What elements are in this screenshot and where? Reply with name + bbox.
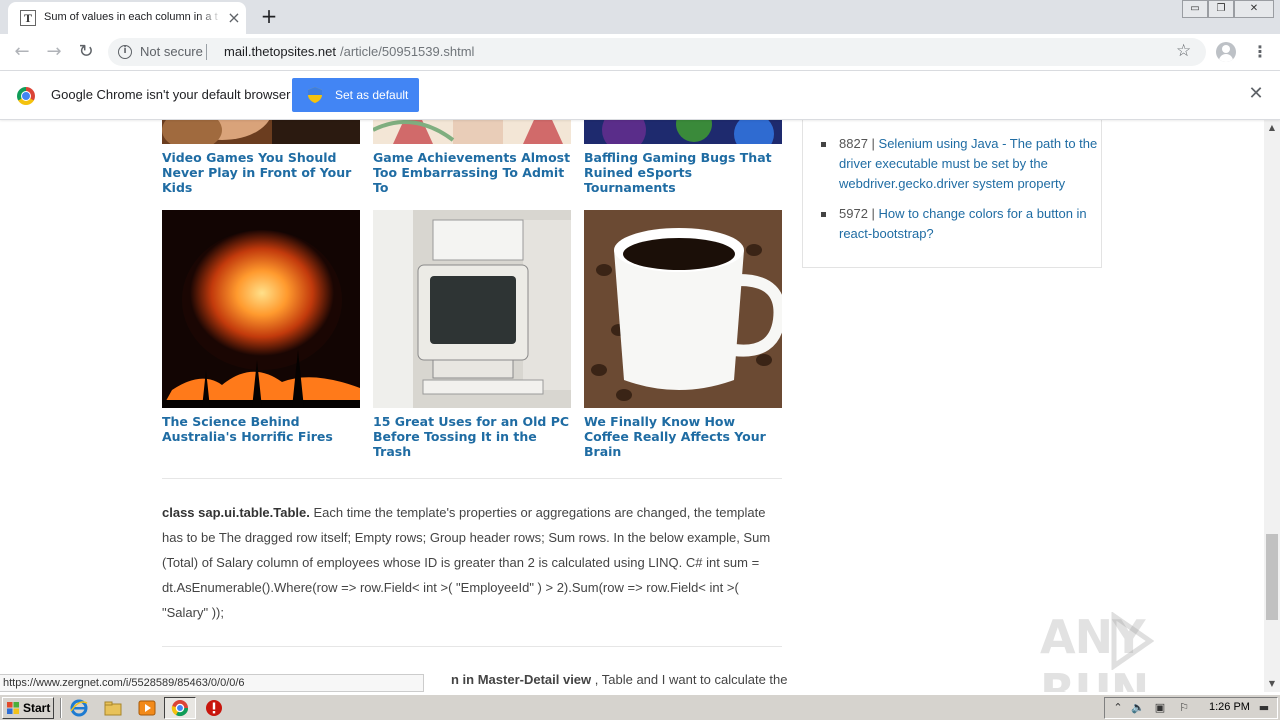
tab-title: Sum of values in each column in a table [44,11,218,23]
taskbar-chrome-button[interactable] [164,697,196,719]
article-text: Each time the template's properties or a… [162,505,771,620]
card-image-coffee[interactable] [584,210,782,408]
bullet-icon [821,142,826,147]
url-path[interactable]: /article/50951539.shtml [340,44,474,59]
scrollbar-thumb[interactable] [1266,534,1278,620]
infobar-close-icon[interactable]: ✕ [1248,85,1264,103]
card-image-fire[interactable] [162,210,360,408]
start-label: Start [23,701,51,715]
chrome-logo-icon [17,87,35,105]
tab-close-icon[interactable]: × [226,10,242,26]
back-arrow-icon[interactable]: ← [10,40,34,64]
card-title[interactable]: Game Achievements Almost Too Embarrassin… [373,150,573,195]
profile-avatar-icon[interactable] [1216,42,1236,62]
sidebar-link[interactable]: Selenium using Java - The path to the dr… [839,136,1097,191]
section-divider [162,646,782,647]
card-image-gaming-bugs[interactable] [584,120,782,144]
set-as-default-label: Set as default [335,88,409,102]
site-favicon-icon: T [20,10,36,26]
window-minimize-button[interactable]: ▭ [1182,0,1208,18]
article-text: , Table and I want to calculate the [591,672,788,687]
start-button[interactable]: Start [2,697,54,719]
window-close-button[interactable]: ✕ [1234,0,1274,18]
set-as-default-button[interactable]: Set as default [292,78,419,112]
sidebar-list: 8827 | Selenium using Java - The path to… [802,120,1102,268]
forward-arrow-icon[interactable]: → [42,40,66,64]
bookmark-star-icon[interactable]: ☆ [1176,41,1191,61]
article-paragraph: class sap.ui.table.Table. Each time the … [162,500,782,625]
info-icon[interactable]: i [118,45,132,59]
internet-explorer-icon[interactable] [70,699,88,717]
card-image-video-games[interactable] [162,120,360,144]
volume-icon[interactable]: 🔈 [1131,701,1145,715]
card-title[interactable]: Baffling Gaming Bugs That Ruined eSports… [584,150,784,195]
section-divider [162,478,782,479]
show-desktop-icon[interactable]: ▬ [1257,701,1271,715]
card-title[interactable]: 15 Great Uses for an Old PC Before Tossi… [373,414,573,459]
default-browser-infobar: Google Chrome isn't your default browser… [0,71,1280,120]
media-player-icon[interactable] [138,699,156,717]
card-image-achievements[interactable] [373,120,571,144]
tray-expand-icon[interactable]: ⌃ [1111,701,1125,715]
taskbar-clock[interactable]: 1:26 PM [1209,701,1250,713]
article-bold-text: class sap.ui.table.Table. [162,505,310,520]
browser-toolbar: ← → ↻ i Not secure mail.thetopsites.net … [0,34,1280,71]
file-explorer-icon[interactable] [104,699,122,717]
scroll-down-arrow-icon[interactable]: ▼ [1264,676,1280,692]
chrome-taskbar-icon [171,700,189,717]
taskbar-separator [60,698,62,718]
network-icon[interactable]: ▣ [1153,701,1167,715]
tab-strip: T Sum of values in each column in a tabl… [0,0,1280,34]
action-center-flag-icon[interactable]: ⚐ [1177,701,1191,715]
new-tab-plus-icon[interactable]: + [258,6,280,28]
windows-logo-icon [7,702,19,714]
bullet-icon [821,212,826,217]
tab-title-fade [198,8,222,28]
separator: | [867,206,879,221]
window-maximize-button[interactable]: ❐ [1208,0,1234,18]
separator: | [867,136,879,151]
omnibox-separator [206,44,207,60]
link-status-bubble: https://www.zergnet.com/i/5528589/85463/… [0,674,424,692]
stop-sign-icon[interactable] [205,699,223,717]
scroll-up-arrow-icon[interactable]: ▲ [1264,120,1280,136]
card-image-old-pc[interactable] [373,210,571,408]
windows-taskbar: Start ⌃ 🔈 ▣ ⚐ 1:26 PM ▬ [0,694,1280,720]
infobar-message: Google Chrome isn't your default browser [51,87,291,102]
article-bold-text: n in Master-Detail view [451,672,592,687]
chrome-menu-icon[interactable]: ⋮ [1252,42,1268,62]
watermark-play-icon [1111,612,1154,670]
view-count: 5972 [839,206,868,221]
card-title[interactable]: We Finally Know How Coffee Really Affect… [584,414,784,459]
url-host[interactable]: mail.thetopsites.net [224,44,336,59]
system-tray: ⌃ 🔈 ▣ ⚐ 1:26 PM ▬ [1104,697,1278,719]
security-label[interactable]: Not secure [140,44,203,59]
address-bar[interactable]: i Not secure mail.thetopsites.net /artic… [108,38,1206,66]
card-title[interactable]: The Science Behind Australia's Horrific … [162,414,362,444]
reload-icon[interactable]: ↻ [74,40,98,64]
card-title[interactable]: Video Games You Should Never Play in Fro… [162,150,362,195]
browser-tab[interactable]: T Sum of values in each column in a tabl… [8,2,246,34]
uac-shield-icon [308,87,322,103]
view-count: 8827 [839,136,868,151]
vertical-scrollbar[interactable]: ▲ ▼ [1264,120,1280,692]
page-content: Video Games You Should Never Play in Fro… [0,120,1264,692]
